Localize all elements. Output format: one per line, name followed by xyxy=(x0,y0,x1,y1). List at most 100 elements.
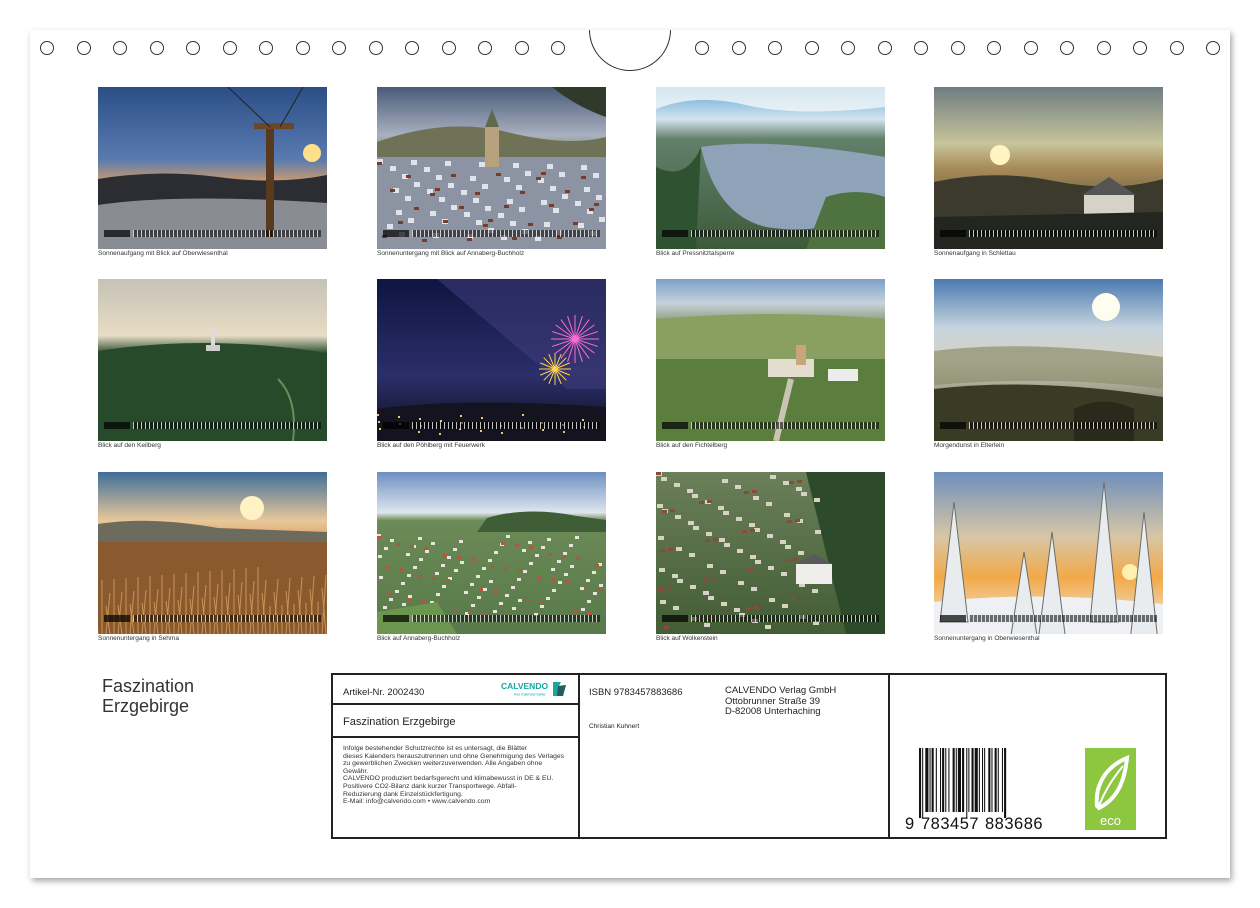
month-photo xyxy=(934,472,1163,634)
binding-ring xyxy=(1206,41,1220,55)
photo-caption: Blick auf den Fichtelberg xyxy=(656,442,728,449)
binding-ring xyxy=(222,41,237,55)
month-photo xyxy=(934,87,1163,249)
photo-caption: Blick auf den Keilberg xyxy=(98,442,161,449)
binding-ring xyxy=(259,41,273,55)
mini-calendar-strip xyxy=(133,615,321,622)
binding-ring xyxy=(478,41,492,55)
binding-ring xyxy=(113,41,127,55)
mini-calendar-strip xyxy=(412,422,600,429)
legal-notice: Infolge bestehender Schutzrechte ist es … xyxy=(343,745,581,806)
legal-line: Gewähr. xyxy=(343,767,369,775)
calendar-title-line-1: Faszination xyxy=(102,676,195,696)
mini-calendar-strip xyxy=(691,230,879,237)
mini-month-label xyxy=(662,422,688,429)
svg-text:CALVENDO: CALVENDO xyxy=(501,681,548,691)
binding-ring xyxy=(768,41,782,55)
legal-line: E-Mail: info@calvendo.com • www.calvendo… xyxy=(343,798,491,806)
month-photo xyxy=(377,279,606,441)
mini-calendar-strip xyxy=(133,230,321,237)
article-number: Artikel-Nr. 2002430 xyxy=(343,687,425,698)
photo-caption: Sonnenuntergang in Oberwiesenthal xyxy=(934,635,1040,642)
binding-ring xyxy=(950,41,965,55)
binding-ring xyxy=(40,41,54,55)
binding-ring xyxy=(1060,41,1074,55)
mini-month-label xyxy=(662,615,688,622)
binding-ring xyxy=(841,41,855,55)
divider xyxy=(333,703,578,705)
month-photo xyxy=(656,279,885,441)
binding-ring xyxy=(731,41,746,55)
binding-ring xyxy=(695,41,709,55)
month-photo xyxy=(377,87,606,249)
month-photo xyxy=(656,87,885,249)
month-photo xyxy=(377,472,606,634)
binding-ring xyxy=(987,41,1001,55)
mini-calendar-strip xyxy=(412,230,600,237)
barcode-digits-left: 783457 xyxy=(921,815,980,833)
photo-caption: Blick auf Annaberg-Buchholz xyxy=(377,635,461,642)
photo-caption: Sonnenaufgang mit Blick auf Oberwiesenth… xyxy=(98,250,228,257)
binding-ring xyxy=(804,41,819,55)
photo-caption: Blick auf Wolkenstein xyxy=(656,635,718,642)
eco-badge: eco xyxy=(1085,748,1136,830)
mini-calendar-strip xyxy=(133,422,321,429)
eco-label: eco xyxy=(1100,813,1121,828)
mini-calendar-strip xyxy=(412,615,600,622)
photo-caption: Blick auf Pressnitztalsperre xyxy=(656,250,735,257)
legal-line: dieses Kalenders herauszutrennen und ohn… xyxy=(343,752,565,760)
month-photo xyxy=(656,472,885,634)
divider xyxy=(888,675,890,837)
author: Christian Kuhnert xyxy=(589,723,640,730)
svg-text:Ihre Kalendermarke: Ihre Kalendermarke xyxy=(514,693,546,697)
photo-caption: Blick auf den Pöhlberg mit Feuerwerk xyxy=(377,442,486,449)
legal-line: Positivere CO2-Bilanz dank kurzer Transp… xyxy=(343,782,517,790)
month-photo xyxy=(98,472,327,634)
mini-month-label xyxy=(940,230,966,237)
mini-month-label xyxy=(104,422,130,429)
binding-ring xyxy=(332,41,346,55)
binding-ring xyxy=(441,41,456,55)
binding-ring xyxy=(914,41,928,55)
binding-ring xyxy=(1169,41,1184,55)
barcode-digit-prefix: 9 xyxy=(905,815,915,833)
calendar-title-line-2: Erzgebirge xyxy=(102,696,190,716)
binding-ring xyxy=(295,41,310,55)
month-photo xyxy=(98,87,327,249)
binding-ring xyxy=(551,41,565,55)
barcode xyxy=(917,748,1050,818)
mini-calendar-strip xyxy=(969,422,1157,429)
month-photo xyxy=(98,279,327,441)
legal-line: Infolge bestehender Schutzrechte ist es … xyxy=(343,745,528,752)
binding-ring xyxy=(186,41,200,55)
mini-month-label xyxy=(383,230,409,237)
binding-ring xyxy=(1023,41,1038,55)
mini-calendar-strip xyxy=(691,615,879,622)
photo-caption: Sonnenuntergang in Sehma xyxy=(98,635,179,642)
publisher-line: D-82008 Unterhaching xyxy=(725,706,821,717)
photo-caption: Sonnenuntergang mit Blick auf Annaberg-B… xyxy=(377,250,525,257)
binding-ring xyxy=(877,41,892,55)
mini-month-label xyxy=(104,230,130,237)
mini-month-label xyxy=(662,230,688,237)
photo-caption: Sonnenaufgang in Schlettau xyxy=(934,250,1016,257)
mini-month-label xyxy=(104,615,130,622)
divider xyxy=(333,736,578,738)
legal-line: zu gewerblichen Zwecken weiterzuverwende… xyxy=(343,760,543,768)
calvendo-logo: CALVENDO Ihre Kalendermarke xyxy=(500,680,570,698)
barcode-digits-right: 883686 xyxy=(985,815,1044,833)
legal-line: Reduzierung dank Einzelstückfertigung. xyxy=(343,790,463,798)
month-photo xyxy=(934,279,1163,441)
mini-month-label xyxy=(383,615,409,622)
binding-ring xyxy=(405,41,419,55)
mini-calendar-strip xyxy=(969,230,1157,237)
binding-ring xyxy=(368,41,383,55)
binding-ring xyxy=(1096,41,1111,55)
mini-month-label xyxy=(940,615,966,622)
mini-month-label xyxy=(940,422,966,429)
photo-caption: Morgendunst in Elterlein xyxy=(934,442,1005,449)
mini-month-label xyxy=(383,422,409,429)
mini-calendar-strip xyxy=(691,422,879,429)
calendar-title: Faszination Erzgebirge xyxy=(102,676,194,716)
binding-ring xyxy=(149,41,164,55)
